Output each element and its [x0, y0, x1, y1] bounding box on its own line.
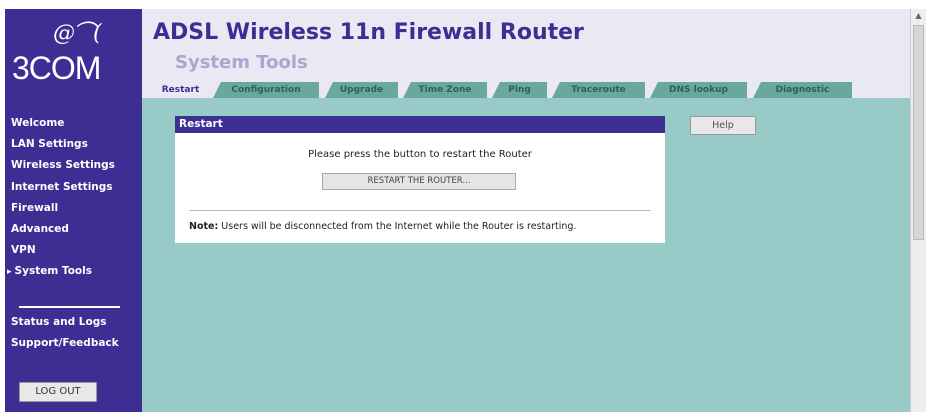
sidebar-item-support-feedback[interactable]: Support/Feedback [5, 333, 142, 354]
main-content: Restart Please press the button to resta… [142, 98, 910, 412]
sidebar-item-firewall[interactable]: Firewall [5, 198, 142, 219]
sidebar: @⌒( 3COM Welcome LAN Settings Wireless S… [5, 9, 142, 412]
brand-logo: @⌒( 3COM [5, 9, 142, 101]
tab-dns-lookup[interactable]: DNS lookup [650, 82, 747, 98]
restart-note: Note: Users will be disconnected from th… [189, 221, 576, 232]
sidebar-nav: Welcome LAN Settings Wireless Settings I… [5, 113, 142, 283]
tab-configuration[interactable]: Configuration [213, 82, 319, 98]
vertical-scrollbar[interactable]: ▲ [910, 9, 926, 412]
sidebar-item-wireless-settings[interactable]: Wireless Settings [5, 155, 142, 176]
sidebar-item-lan-settings[interactable]: LAN Settings [5, 134, 142, 155]
sidebar-item-internet-settings[interactable]: Internet Settings [5, 177, 142, 198]
scroll-up-arrow-icon[interactable]: ▲ [911, 9, 926, 23]
sidebar-item-advanced[interactable]: Advanced [5, 219, 142, 240]
page-header: ADSL Wireless 11n Firewall Router System… [142, 9, 910, 98]
router-admin-window: @⌒( 3COM Welcome LAN Settings Wireless S… [0, 0, 926, 412]
logo-wordmark: 3COM [12, 50, 101, 86]
sidebar-item-status-and-logs[interactable]: Status and Logs [5, 312, 142, 333]
sidebar-item-vpn[interactable]: VPN [5, 240, 142, 261]
tab-upgrade[interactable]: Upgrade [325, 82, 398, 98]
logout-button[interactable]: LOG OUT [19, 382, 97, 402]
tab-time-zone[interactable]: Time Zone [403, 82, 487, 98]
note-label: Note: [189, 221, 219, 232]
restart-panel: Restart Please press the button to resta… [175, 116, 665, 243]
panel-title: Restart [175, 116, 665, 133]
sidebar-item-welcome[interactable]: Welcome [5, 113, 142, 134]
note-text: Users will be disconnected from the Inte… [218, 221, 577, 232]
sidebar-secondary-nav: Status and Logs Support/Feedback [5, 312, 142, 354]
tab-diagnostic[interactable]: Diagnostic [753, 82, 852, 98]
help-button[interactable]: Help [690, 116, 756, 135]
sidebar-item-system-tools[interactable]: System Tools [5, 261, 142, 282]
logo-mark-icon: @⌒( [53, 21, 102, 46]
section-subtitle: System Tools [175, 52, 308, 73]
tab-restart[interactable]: Restart [153, 82, 208, 98]
scrollbar-thumb[interactable] [913, 25, 924, 240]
restart-router-button[interactable]: RESTART THE ROUTER... [322, 173, 516, 190]
panel-divider [189, 210, 651, 211]
page-title: ADSL Wireless 11n Firewall Router [153, 20, 584, 45]
tab-ping[interactable]: Ping [492, 82, 547, 98]
sidebar-divider [19, 306, 120, 308]
restart-instructions: Please press the button to restart the R… [308, 149, 532, 160]
tab-traceroute[interactable]: Traceroute [552, 82, 645, 98]
